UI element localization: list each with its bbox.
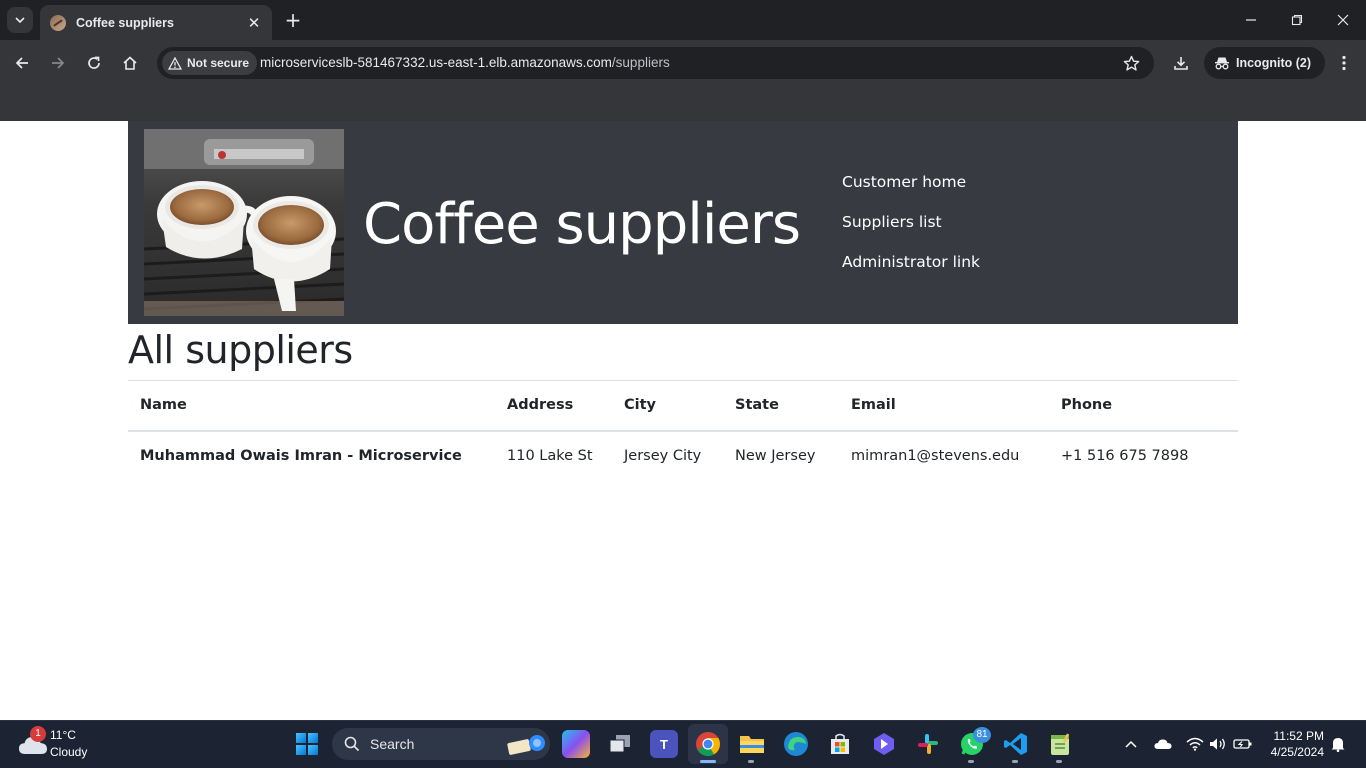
web-page: Coffee suppliers Customer home Suppliers…: [0, 121, 1366, 720]
suppliers-table: Name Address City State Email Phone Muha…: [128, 380, 1238, 481]
plus-icon[interactable]: +: [282, 9, 304, 31]
tab-strip: Coffee suppliers ✕ +: [0, 0, 1366, 40]
incognito-label: Incognito (2): [1236, 56, 1311, 70]
whatsapp-badge: 81: [973, 727, 991, 743]
url-host: microserviceslb-581467332.us-east-1.elb.…: [260, 55, 612, 70]
security-chip[interactable]: Not secure: [162, 51, 258, 75]
site-title: Coffee suppliers: [363, 192, 801, 257]
search-icon: [344, 736, 360, 752]
onedrive-cloud-icon[interactable]: [1153, 734, 1173, 754]
column-header-name: Name: [140, 397, 187, 414]
incognito-button[interactable]: Incognito (2): [1204, 47, 1325, 79]
tab-coffee-suppliers[interactable]: Coffee suppliers ✕: [40, 5, 272, 40]
chevron-up-icon[interactable]: [1121, 734, 1141, 754]
back-arrow-icon[interactable]: [11, 52, 33, 74]
reload-icon[interactable]: [83, 52, 105, 74]
security-label: Not secure: [187, 56, 250, 70]
site-nav: Customer home Suppliers list Administrat…: [842, 171, 980, 291]
notepad-icon[interactable]: [1046, 730, 1074, 758]
wifi-icon[interactable]: [1185, 734, 1205, 754]
notification-bell-icon[interactable]: [1328, 734, 1348, 754]
forward-arrow-icon[interactable]: [47, 52, 69, 74]
warning-icon: [168, 56, 182, 70]
restore-icon[interactable]: [1287, 10, 1307, 30]
home-icon[interactable]: [119, 52, 141, 74]
chrome-icon[interactable]: [694, 730, 722, 758]
supplier-phone-cell: +1 516 675 7898: [1061, 447, 1189, 464]
edge-icon[interactable]: [782, 730, 810, 758]
supplier-address-cell: 110 Lake St: [507, 447, 593, 464]
supplier-name-cell: Muhammad Owais Imran - Microservice: [140, 447, 462, 464]
bookmark-bar: [0, 86, 1366, 121]
site-header: Coffee suppliers Customer home Suppliers…: [128, 121, 1238, 324]
task-view-icon[interactable]: [606, 730, 634, 758]
notepad-running-indicator: [1056, 760, 1062, 763]
search-placeholder: Search: [370, 736, 415, 752]
table-header-row: Name Address City State Email Phone: [128, 380, 1238, 431]
window-close-icon[interactable]: [1333, 10, 1353, 30]
nav-suppliers-list[interactable]: Suppliers list: [842, 211, 980, 251]
column-header-phone: Phone: [1061, 397, 1113, 414]
star-icon[interactable]: [1120, 52, 1142, 74]
file-explorer-icon[interactable]: [738, 730, 766, 758]
volume-icon[interactable]: [1208, 734, 1228, 754]
weather-description: Cloudy: [50, 745, 88, 759]
coffee-favicon-icon: [50, 14, 66, 31]
weather-temperature: 11°C: [50, 728, 76, 742]
supplier-email-cell: mimran1@stevens.edu: [851, 447, 1020, 464]
battery-icon[interactable]: [1233, 734, 1253, 754]
vscode-running-indicator: [1012, 760, 1018, 763]
copilot-icon[interactable]: [562, 730, 590, 758]
nav-administrator-link[interactable]: Administrator link: [842, 251, 980, 291]
teams-icon[interactable]: T: [650, 730, 678, 758]
chrome-running-indicator: [700, 760, 716, 763]
clock-date[interactable]: 4/25/2024: [1262, 745, 1324, 759]
explorer-running-indicator: [748, 760, 754, 763]
supplier-city-cell: Jersey City: [624, 447, 702, 464]
tab-title: Coffee suppliers: [76, 15, 174, 30]
weather-badge: 1: [30, 726, 46, 742]
store-icon[interactable]: [826, 730, 854, 758]
download-icon[interactable]: [1170, 52, 1192, 74]
page-title: All suppliers: [128, 328, 353, 372]
more-vert-icon[interactable]: [1334, 52, 1354, 74]
column-header-state: State: [735, 397, 779, 414]
search-highlight-icon: [507, 735, 545, 755]
incognito-icon: [1215, 57, 1229, 70]
column-header-city: City: [624, 397, 656, 414]
table-row: Muhammad Owais Imran - Microservice 110 …: [128, 431, 1238, 481]
nav-customer-home[interactable]: Customer home: [842, 171, 980, 211]
slack-icon[interactable]: [914, 730, 942, 758]
supplier-state-cell: New Jersey: [735, 447, 816, 464]
clock-time[interactable]: 11:52 PM: [1270, 729, 1324, 743]
url-text[interactable]: microserviceslb-581467332.us-east-1.elb.…: [260, 55, 670, 70]
windows-start-icon[interactable]: [296, 733, 318, 755]
coffee-cups-image: [144, 129, 344, 316]
column-header-address: Address: [507, 397, 574, 414]
whatsapp-running-indicator: [968, 760, 974, 763]
app-icon[interactable]: [870, 730, 898, 758]
url-path: /suppliers: [611, 55, 670, 70]
tab-search-icon[interactable]: [7, 7, 33, 33]
column-header-email: Email: [851, 397, 896, 414]
close-icon[interactable]: ✕: [246, 14, 262, 32]
minimize-icon[interactable]: [1241, 10, 1261, 30]
vscode-icon[interactable]: [1002, 730, 1030, 758]
